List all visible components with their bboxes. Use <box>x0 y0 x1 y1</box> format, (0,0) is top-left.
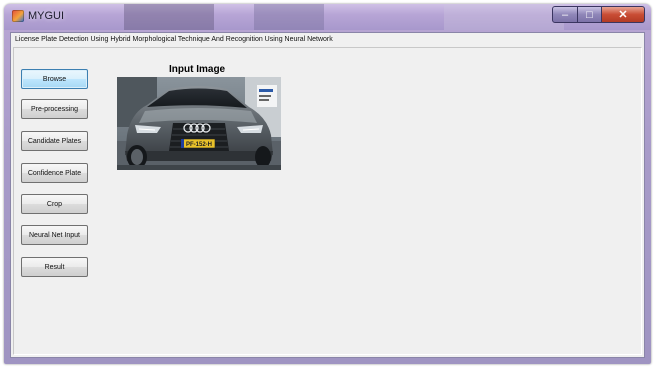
result-button[interactable]: Result <box>21 257 88 277</box>
title-bar-blur <box>444 4 564 30</box>
confidence-plate-button[interactable]: Confidence Plate <box>21 163 88 183</box>
maximize-button[interactable]: □ <box>578 6 602 23</box>
window-title: MYGUI <box>28 10 65 22</box>
close-button[interactable]: ✕ <box>602 6 645 23</box>
app-window: MYGUI – □ ✕ License Plate Detection Usin… <box>4 4 651 364</box>
title-bar-blur <box>254 4 324 30</box>
input-image: PF-152-H <box>117 77 281 170</box>
candidate-plates-button[interactable]: Candidate Plates <box>21 131 88 151</box>
crop-button[interactable]: Crop <box>21 194 88 214</box>
title-bar[interactable]: MYGUI – □ ✕ <box>4 4 651 30</box>
browse-button[interactable]: Browse <box>21 69 88 89</box>
input-image-title: Input Image <box>169 64 226 75</box>
neural-net-input-button[interactable]: Neural Net Input <box>21 225 88 245</box>
car-photo: PF-152-H <box>117 77 281 170</box>
matlab-app-icon <box>12 10 24 22</box>
window-controls: – □ ✕ <box>552 6 645 24</box>
minimize-button[interactable]: – <box>552 6 578 23</box>
main-panel <box>13 47 642 355</box>
title-bar-blur <box>124 4 214 30</box>
pre-processing-button[interactable]: Pre-processing <box>21 99 88 119</box>
client-area: License Plate Detection Using Hybrid Mor… <box>10 32 645 358</box>
license-plate-text: PF-152-H <box>186 142 212 148</box>
app-header-text: License Plate Detection Using Hybrid Mor… <box>15 36 333 43</box>
